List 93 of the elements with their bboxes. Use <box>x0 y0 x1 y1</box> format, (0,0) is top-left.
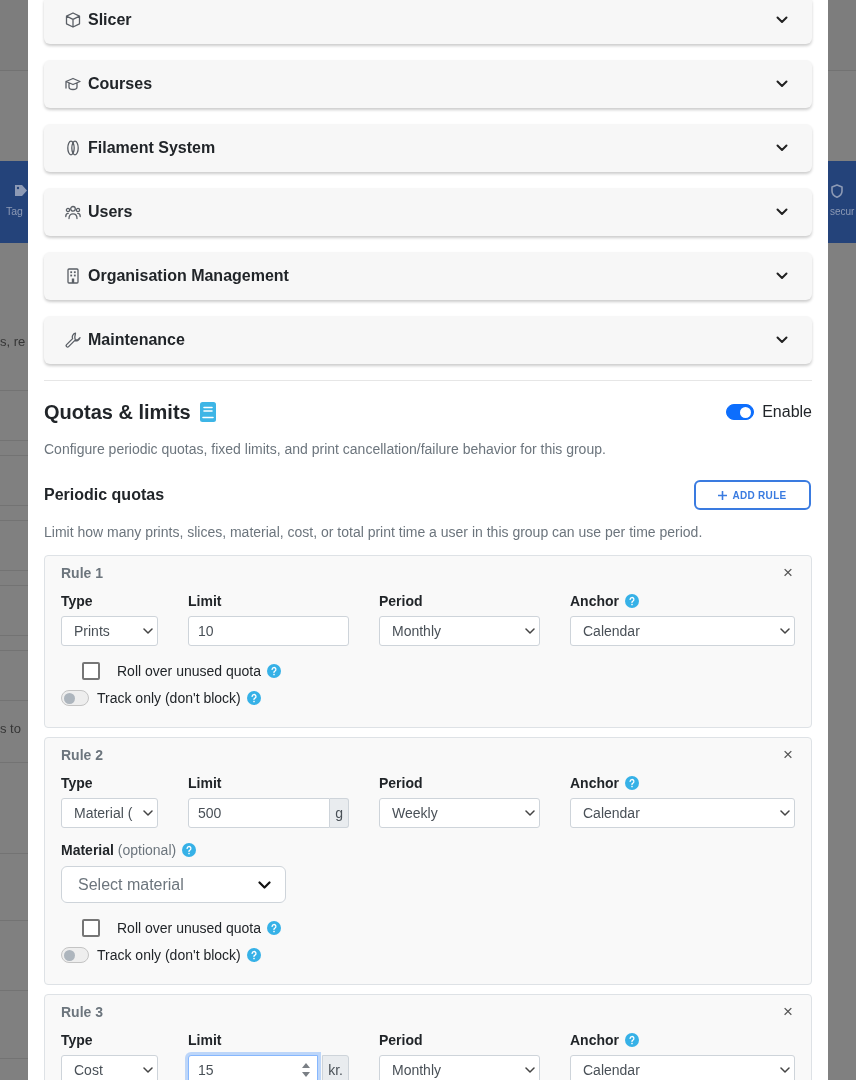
number-input[interactable]: 10 <box>188 616 349 646</box>
chevron-down-icon <box>525 1067 535 1073</box>
chevron-down-icon <box>776 80 788 88</box>
section-heading: Quotas & limits <box>44 400 191 424</box>
help-icon[interactable] <box>246 691 261 705</box>
select-dropdown[interactable]: Monthly <box>379 616 540 646</box>
background-text: s, re <box>0 333 27 351</box>
chevron-down-icon <box>143 810 153 816</box>
nav-label[interactable]: secur <box>830 205 855 219</box>
chevron-down-icon <box>258 880 271 889</box>
add-rule-button[interactable]: ADD RULE <box>694 480 811 510</box>
chevron-down-icon <box>776 16 788 24</box>
field-label: Period <box>379 1031 423 1050</box>
field-label: Type <box>61 592 93 611</box>
toggle-label: Track only (don't block) <box>97 946 241 964</box>
accordion-header[interactable]: Users <box>44 188 812 236</box>
help-icon[interactable] <box>267 921 281 935</box>
chevron-down-icon <box>776 272 788 280</box>
chevron-down-icon <box>143 628 153 634</box>
toggle-switch[interactable] <box>61 947 89 963</box>
field-label: Type <box>61 1031 93 1050</box>
select-dropdown[interactable]: Prints <box>61 616 158 646</box>
select-dropdown[interactable]: Weekly <box>379 798 540 828</box>
field-label: Period <box>379 774 423 793</box>
chevron-down-icon <box>525 810 535 816</box>
description-text: Configure periodic quotas, fixed limits, and print cancellation/failure behavior for this group. <box>44 440 607 459</box>
help-icon[interactable] <box>246 948 261 962</box>
chevron-down-icon <box>143 1067 153 1073</box>
help-icon[interactable] <box>182 843 197 857</box>
select-dropdown[interactable]: Calendar <box>570 798 795 828</box>
field-label: Limit <box>188 1031 222 1050</box>
unit-label: kr. <box>322 1055 349 1080</box>
chevron-down-icon <box>780 1067 790 1073</box>
toggle-label: Track only (don't block) <box>97 689 241 707</box>
chevron-down-icon <box>776 336 788 344</box>
select-dropdown[interactable]: Calendar <box>570 1055 795 1080</box>
accordion-header[interactable]: Filament System <box>44 124 812 172</box>
remove-rule-button[interactable]: × <box>781 745 795 765</box>
spool-icon <box>65 140 81 156</box>
toggle-label: Enable <box>762 402 812 422</box>
toggle-switch[interactable] <box>61 690 89 706</box>
plus-icon <box>718 490 728 500</box>
subsection-heading: Periodic quotas <box>44 485 165 505</box>
background-text: s to <box>0 720 22 738</box>
rule-title: Rule 2 <box>61 746 103 764</box>
number-input[interactable]: 500 <box>188 798 331 828</box>
select-dropdown[interactable]: Monthly <box>379 1055 540 1080</box>
help-icon[interactable] <box>625 594 639 608</box>
accordion-header[interactable]: Maintenance <box>44 316 812 364</box>
field-label: Limit <box>188 592 222 611</box>
wrench-icon <box>65 332 81 348</box>
checkbox-label: Roll over unused quota <box>117 919 261 937</box>
accordion-header[interactable]: Organisation Management <box>44 252 812 300</box>
description-text: Limit how many prints, slices, material, cost, or total print time a user in this group can use per time period. <box>44 523 704 542</box>
users-icon <box>65 204 81 220</box>
checkbox[interactable] <box>82 919 100 937</box>
toggle-switch[interactable] <box>726 404 755 420</box>
cube-icon <box>65 12 81 28</box>
chevron-down-icon <box>776 144 788 152</box>
rule-title: Rule 3 <box>61 1003 103 1021</box>
field-label: Anchor <box>570 592 619 611</box>
accordion-header[interactable]: Courses <box>44 60 812 108</box>
chevron-down-icon <box>780 810 790 816</box>
help-icon[interactable] <box>625 1033 639 1047</box>
remove-rule-button[interactable]: × <box>781 1002 795 1022</box>
field-label: Period <box>379 592 423 611</box>
chevron-down-icon <box>525 628 535 634</box>
nav-label[interactable]: Tag <box>6 204 23 218</box>
graduation-cap-icon <box>65 76 81 92</box>
help-icon[interactable] <box>625 776 639 790</box>
rule-title: Rule 1 <box>61 564 103 582</box>
field-label: Material (optional) <box>61 841 177 860</box>
field-label: Anchor <box>570 774 619 793</box>
accordion-header[interactable]: Slicer <box>44 0 812 44</box>
building-icon <box>65 268 81 284</box>
checkbox[interactable] <box>82 662 100 680</box>
shield-icon <box>831 184 843 198</box>
field-label: Anchor <box>570 1031 619 1050</box>
help-icon[interactable] <box>267 664 281 678</box>
number-input[interactable]: 15 <box>188 1055 319 1080</box>
field-label: Type <box>61 774 93 793</box>
chevron-down-icon <box>780 628 790 634</box>
select-dropdown[interactable]: Calendar <box>570 616 795 646</box>
remove-rule-button[interactable]: × <box>781 563 795 583</box>
unit-label: g <box>330 798 349 828</box>
chevron-down-icon <box>776 208 788 216</box>
select-dropdown[interactable]: Select material <box>61 866 286 903</box>
select-dropdown[interactable]: Cost <box>61 1055 158 1080</box>
document-icon[interactable] <box>198 401 217 423</box>
checkbox-label: Roll over unused quota <box>117 662 261 680</box>
select-dropdown[interactable]: Material ( <box>61 798 158 828</box>
field-label: Limit <box>188 774 222 793</box>
stepper-arrows-icon[interactable] <box>301 1062 312 1078</box>
